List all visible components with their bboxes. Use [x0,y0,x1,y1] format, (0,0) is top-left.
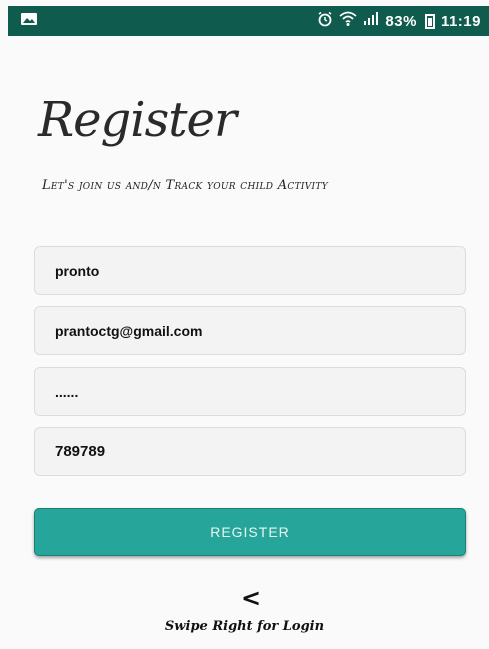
wifi-icon [339,11,358,31]
status-right: 83% 11:19 [317,11,481,31]
email-input[interactable] [53,321,447,340]
signal-icon [363,12,379,30]
phone-input[interactable] [53,442,447,461]
email-field[interactable] [34,306,466,355]
register-button[interactable]: REGISTER [34,508,466,556]
clock: 11:19 [440,12,481,30]
alarm-icon [317,11,333,31]
password-field[interactable] [34,367,466,416]
chevron-left-icon[interactable]: < [241,586,261,610]
name-field[interactable] [34,246,466,295]
name-input[interactable] [53,261,447,280]
battery-icon [424,13,435,29]
image-icon [20,12,38,31]
status-bar: 83% 11:19 [8,6,489,36]
page-title: Register [38,92,237,148]
password-input[interactable] [53,382,447,401]
status-left [20,12,38,31]
page-subtitle: Let's join us and/n Track your child Act… [42,178,328,193]
battery-percent: 83% [385,12,417,30]
swipe-hint: Swipe Right for Login [164,619,325,634]
phone-field[interactable] [34,427,466,476]
